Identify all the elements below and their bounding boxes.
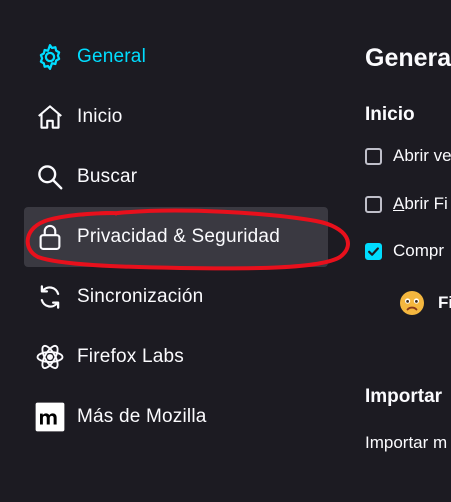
startup-option-2[interactable]: Abrir Fi	[365, 192, 448, 216]
settings-content: Genera Inicio Abrir ve Abrir Fi Compr Fi…	[365, 0, 451, 502]
settings-sidebar: General Inicio Buscar Privacidad & Segur…	[0, 0, 350, 502]
sidebar-item-label: Buscar	[77, 166, 138, 187]
home-icon	[34, 101, 66, 133]
status-text: Fi	[438, 293, 451, 312]
sidebar-item-label: Firefox Labs	[77, 346, 184, 367]
sad-face-icon	[400, 291, 424, 315]
sidebar-item-label: Inicio	[77, 106, 123, 127]
sidebar-item-label: Sincronización	[77, 286, 204, 307]
search-icon	[34, 161, 66, 193]
checkbox[interactable]	[365, 195, 382, 213]
sidebar-item-general[interactable]: General	[24, 27, 328, 87]
sidebar-item-firefox-labs[interactable]: Firefox Labs	[24, 327, 328, 387]
section-heading-import: Importar	[365, 386, 443, 407]
sidebar-item-mas-de-mozilla[interactable]: Más de Mozilla	[24, 387, 328, 447]
checkbox-label: Abrir ve	[393, 146, 451, 165]
page-title: Genera	[365, 44, 451, 72]
settings-window: General Inicio Buscar Privacidad & Segur…	[0, 0, 451, 502]
import-description: Importar m	[365, 433, 448, 452]
checkbox-checked[interactable]	[365, 242, 382, 260]
sidebar-item-label: General	[77, 46, 146, 67]
startup-option-3[interactable]: Compr	[365, 239, 444, 263]
sidebar-item-label: Privacidad & Seguridad	[77, 226, 280, 247]
sidebar-item-label: Más de Mozilla	[77, 406, 207, 427]
startup-option-1[interactable]: Abrir ve	[365, 144, 451, 168]
sync-icon	[34, 281, 66, 313]
checkbox-label: Compr	[393, 241, 445, 260]
mozilla-m-icon	[34, 401, 66, 433]
checkmark-icon	[368, 246, 379, 256]
sidebar-item-inicio[interactable]: Inicio	[24, 87, 328, 147]
checkbox[interactable]	[365, 147, 382, 165]
default-browser-status: Fi	[399, 290, 451, 316]
sidebar-item-privacidad[interactable]: Privacidad & Seguridad	[24, 207, 328, 267]
sidebar-item-buscar[interactable]: Buscar	[24, 147, 328, 207]
gear-icon	[34, 41, 66, 73]
section-heading-startup: Inicio	[365, 104, 415, 125]
checkbox-label: Abrir Fi	[393, 194, 448, 213]
sidebar-item-sincronizacion[interactable]: Sincronización	[24, 267, 328, 327]
atom-icon	[34, 341, 66, 373]
lock-icon	[34, 221, 66, 253]
